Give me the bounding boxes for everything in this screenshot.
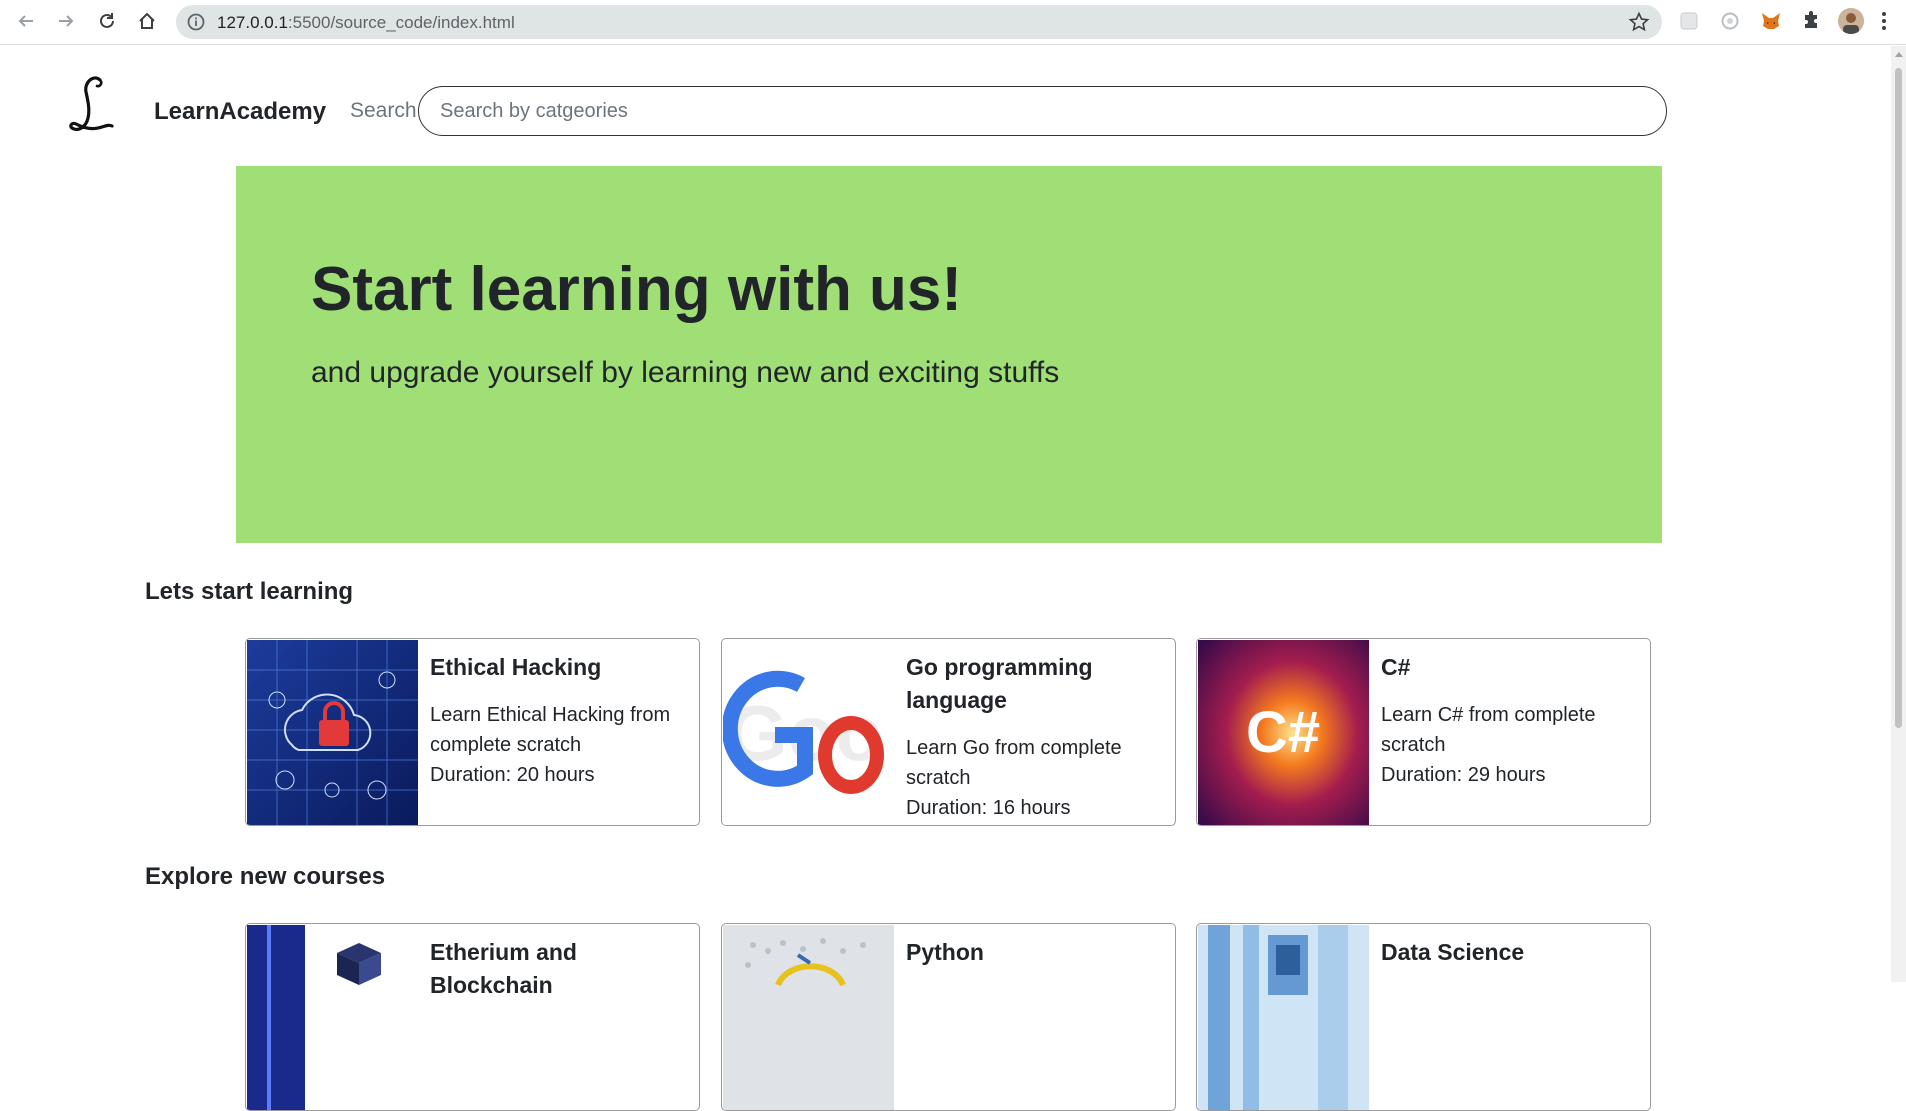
course-title[interactable]: Etherium and Blockchain: [430, 936, 691, 1002]
course-description: Learn Ethical Hacking from complete scra…: [430, 704, 671, 756]
back-arrow-icon: [18, 15, 33, 27]
course-card-data-science[interactable]: Data Science: [1196, 923, 1651, 1111]
reload-icon: [100, 13, 114, 28]
course-card-ethical-hacking[interactable]: Ethical Hacking Learn Ethical Hacking fr…: [245, 638, 700, 826]
back-button[interactable]: [12, 7, 40, 35]
blockchain-image: [247, 925, 418, 1110]
url-host: 127.0.0.1: [217, 13, 288, 32]
scroll-up-icon[interactable]: [1895, 52, 1903, 57]
go-language-image: Goo: [723, 640, 894, 825]
forward-button[interactable]: [52, 7, 80, 35]
course-card-go[interactable]: Goo Go programming language Learn Go fro…: [721, 638, 1176, 826]
extension-grid-icon[interactable]: [1677, 9, 1701, 33]
hero-banner: Start learning with us! and upgrade your…: [236, 166, 1662, 543]
address-bar[interactable]: 127.0.0.1:5500/source_code/index.html: [176, 5, 1662, 39]
metamask-fox-icon[interactable]: [1759, 9, 1783, 33]
hero-title: Start learning with us!: [311, 255, 963, 324]
course-card-csharp[interactable]: C# C# Learn C# from complete scratch Dur…: [1196, 638, 1651, 826]
course-duration: Duration: 16 hours: [906, 797, 1071, 819]
csharp-image: C#: [1198, 640, 1369, 825]
search-input[interactable]: [418, 86, 1667, 136]
course-title[interactable]: C#: [1381, 651, 1642, 684]
course-duration: Duration: 29 hours: [1381, 764, 1546, 786]
section-title-start-learning: Lets start learning: [145, 578, 354, 605]
course-description: Learn C# from complete scratch: [1381, 704, 1596, 756]
bookmark-star-icon[interactable]: [1628, 11, 1650, 33]
extensions-puzzle-icon[interactable]: [1799, 9, 1823, 33]
home-icon: [139, 12, 155, 29]
search-label: Search: [350, 99, 417, 122]
extension-circle-icon[interactable]: [1718, 9, 1742, 33]
info-icon[interactable]: [186, 12, 206, 32]
course-card-blockchain[interactable]: Etherium and Blockchain: [245, 923, 700, 1111]
browser-menu-icon[interactable]: [1874, 8, 1894, 34]
course-card-python[interactable]: Python: [721, 923, 1176, 1111]
svg-text:C#: C#: [1246, 700, 1320, 765]
course-title[interactable]: Python: [906, 936, 1167, 969]
python-image: [723, 925, 894, 1110]
data-science-image: [1198, 925, 1369, 1110]
section-title-explore: Explore new courses: [145, 863, 386, 890]
page-scrollbar[interactable]: [1891, 46, 1906, 982]
ethical-hacking-image: [247, 640, 418, 825]
reload-button[interactable]: [93, 7, 121, 35]
course-title[interactable]: Ethical Hacking: [430, 651, 691, 684]
learnacademy-logo[interactable]: [62, 72, 122, 144]
course-title[interactable]: Data Science: [1381, 936, 1642, 969]
course-title[interactable]: Go programming language: [906, 651, 1167, 717]
brand-name[interactable]: LearnAcademy: [154, 98, 326, 126]
forward-arrow-icon: [59, 15, 74, 27]
url-text: 127.0.0.1:5500/source_code/index.html: [217, 13, 515, 33]
course-duration: Duration: 20 hours: [430, 764, 595, 786]
url-path: :5500/source_code/index.html: [287, 13, 515, 32]
scrollbar-thumb[interactable]: [1895, 68, 1902, 728]
home-button[interactable]: [133, 7, 161, 35]
course-description: Learn Go from complete scratch: [906, 737, 1122, 789]
browser-toolbar: 127.0.0.1:5500/source_code/index.html: [0, 0, 1906, 45]
profile-avatar[interactable]: [1838, 8, 1864, 34]
hero-subtitle: and upgrade yourself by learning new and…: [311, 356, 1060, 389]
